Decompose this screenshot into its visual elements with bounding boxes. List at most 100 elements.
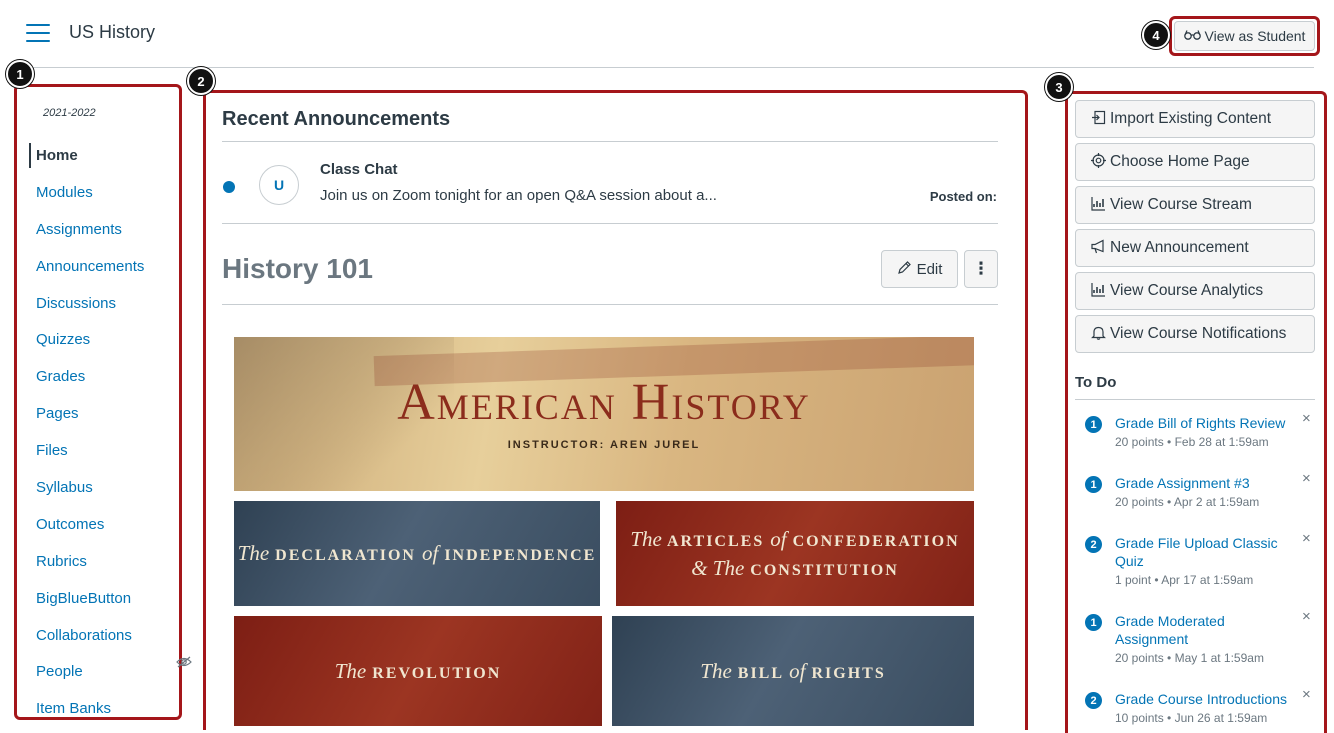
divider (222, 223, 998, 224)
tile-text: REVOLUTION (372, 664, 502, 682)
tile-prefix: The (334, 658, 367, 683)
nav-item-announcements[interactable]: Announcements (17, 248, 179, 285)
page-title: History 101 (222, 253, 373, 284)
tile-text2: RIGHTS (811, 664, 886, 682)
hamburger-menu-icon[interactable] (26, 24, 50, 42)
choose-home-page-button[interactable]: Choose Home Page (1075, 143, 1315, 181)
button-label: View Course Notifications (1110, 325, 1287, 342)
nav-item-files[interactable]: Files (17, 432, 179, 469)
divider (1075, 399, 1315, 400)
target-icon (1090, 153, 1106, 171)
close-icon[interactable]: × (1302, 470, 1311, 487)
todo-link[interactable]: Grade Assignment #3 (1115, 474, 1295, 492)
tile-mid: of (421, 541, 439, 566)
bell-icon (1090, 325, 1106, 343)
announcement-preview: Join us on Zoom tonight for an open Q&A … (320, 187, 717, 204)
button-label: Choose Home Page (1110, 153, 1250, 170)
view-course-analytics-button[interactable]: View Course Analytics (1075, 272, 1315, 310)
todo-link[interactable]: Grade Course Introductions (1115, 690, 1295, 708)
view-course-notifications-button[interactable]: View Course Notifications (1075, 315, 1315, 353)
revolution-tile[interactable]: The REVOLUTION (234, 616, 602, 726)
todo-link[interactable]: Grade Bill of Rights Review (1115, 414, 1295, 432)
announcement-title[interactable]: Class Chat (320, 161, 398, 178)
todo-meta: 10 points • Jun 26 at 1:59am (1115, 711, 1268, 725)
more-options-icon[interactable]: ⋮ (964, 250, 998, 288)
nav-item-syllabus[interactable]: Syllabus (17, 469, 179, 506)
banner-title: American History (397, 374, 811, 431)
eye-off-icon (176, 656, 192, 671)
tile-mid: of (789, 658, 806, 683)
american-history-banner: American History INSTRUCTOR: AREN JUREL (234, 337, 974, 491)
course-navigation: 2021-2022 Home Modules Assignments Annou… (14, 84, 182, 720)
todo-link[interactable]: Grade File Upload Classic Quiz (1115, 534, 1295, 570)
declaration-tile[interactable]: The DECLARATION of INDEPENDENCE (234, 501, 600, 606)
banner-subtitle: INSTRUCTOR: AREN JUREL (507, 439, 701, 451)
nav-item-bigbluebutton[interactable]: BigBlueButton (17, 580, 179, 617)
nav-item-collaborations[interactable]: Collaborations (17, 617, 179, 654)
nav-item-item-banks[interactable]: Item Banks (17, 690, 179, 717)
tile-prefix: The (630, 527, 662, 552)
megaphone-icon (1090, 239, 1106, 257)
pencil-icon (897, 260, 912, 279)
needs-grading-count-badge: 2 (1085, 692, 1102, 709)
posted-on-label: Posted on: (929, 189, 997, 204)
course-header: US History View as Student (0, 0, 1334, 68)
callout-marker-3: 3 (1045, 73, 1073, 101)
edit-button[interactable]: Edit (881, 250, 958, 288)
course-actions-sidebar: Import Existing Content Choose Home Page… (1065, 91, 1327, 733)
bill-of-rights-tile[interactable]: The BILL of RIGHTS (612, 616, 974, 726)
course-nav-list: Home Modules Assignments Announcements D… (17, 137, 179, 717)
needs-grading-count-badge: 1 (1085, 476, 1102, 493)
header-divider (14, 67, 1314, 68)
todo-heading: To Do (1075, 374, 1117, 391)
tile-line2: CONSTITUTION (750, 561, 899, 579)
course-title[interactable]: US History (69, 22, 155, 43)
button-label: Import Existing Content (1110, 110, 1272, 127)
avatar[interactable]: U (259, 165, 299, 205)
close-icon[interactable]: × (1302, 410, 1311, 427)
new-announcement-button[interactable]: New Announcement (1075, 229, 1315, 267)
tile-text2: CONFEDERATION (792, 533, 960, 551)
articles-tile[interactable]: The ARTICLES of CONFEDERATION & The CONS… (616, 501, 974, 606)
close-icon[interactable]: × (1302, 530, 1311, 547)
nav-item-modules[interactable]: Modules (17, 174, 179, 211)
import-icon (1090, 110, 1106, 128)
view-course-stream-button[interactable]: View Course Stream (1075, 186, 1315, 224)
close-icon[interactable]: × (1302, 608, 1311, 625)
needs-grading-count-badge: 1 (1085, 614, 1102, 631)
term-label: 2021-2022 (43, 107, 96, 119)
nav-item-pages[interactable]: Pages (17, 395, 179, 432)
nav-item-discussions[interactable]: Discussions (17, 285, 179, 322)
needs-grading-count-badge: 2 (1085, 536, 1102, 553)
glasses-icon (1183, 28, 1201, 44)
tile-text2: INDEPENDENCE (444, 547, 597, 565)
divider (222, 141, 998, 142)
needs-grading-count-badge: 1 (1085, 416, 1102, 433)
todo-link[interactable]: Grade Moderated Assignment (1115, 612, 1295, 648)
todo-meta: 1 point • Apr 17 at 1:59am (1115, 573, 1254, 587)
close-icon[interactable]: × (1302, 686, 1311, 703)
nav-item-outcomes[interactable]: Outcomes (17, 506, 179, 543)
tile-mid: of (770, 527, 787, 552)
divider (222, 304, 998, 305)
button-label: New Announcement (1110, 239, 1249, 256)
nav-item-grades[interactable]: Grades (17, 358, 179, 395)
nav-item-people[interactable]: People (17, 653, 179, 690)
view-as-student-label: View as Student (1204, 28, 1306, 44)
nav-item-home[interactable]: Home (17, 137, 179, 174)
todo-meta: 20 points • May 1 at 1:59am (1115, 651, 1264, 665)
tile-text: DECLARATION (275, 547, 416, 565)
todo-meta: 20 points • Feb 28 at 1:59am (1115, 435, 1269, 449)
view-as-student-button[interactable]: View as Student (1174, 21, 1315, 51)
analytics-chart-icon (1090, 282, 1106, 300)
import-existing-content-button[interactable]: Import Existing Content (1075, 100, 1315, 138)
nav-item-rubrics[interactable]: Rubrics (17, 543, 179, 580)
nav-item-assignments[interactable]: Assignments (17, 211, 179, 248)
nav-item-quizzes[interactable]: Quizzes (17, 321, 179, 358)
recent-announcements-heading: Recent Announcements (222, 108, 451, 130)
tile-prefix: The (700, 658, 732, 683)
unread-dot-icon (223, 181, 235, 193)
course-home-content: Recent Announcements U Class Chat Join u… (203, 90, 1028, 730)
tile-text: BILL (737, 664, 784, 682)
todo-meta: 20 points • Apr 2 at 1:59am (1115, 495, 1260, 509)
